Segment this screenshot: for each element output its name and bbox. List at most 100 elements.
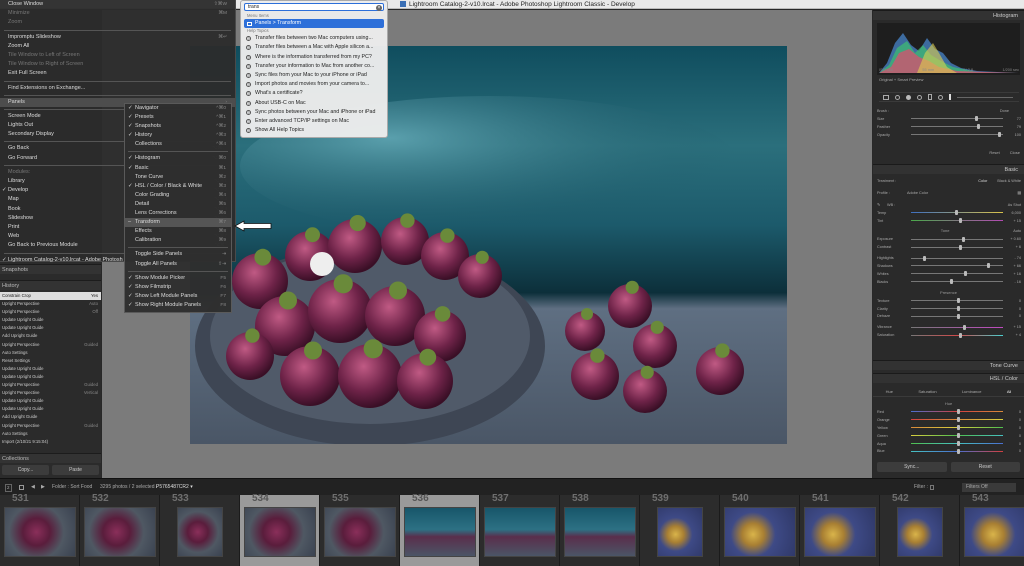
hue-slider-5[interactable]: Blue 0 [873,447,1024,455]
history-item[interactable]: Upright Perspective Guided [0,341,101,349]
submenu-item-6[interactable]: ✓ Histogram ⌘0 [125,154,231,163]
bw-treatment[interactable]: Black & White [997,179,1021,183]
help-search-input[interactable]: trans × [244,3,384,11]
history-item[interactable]: Upright Perspective Guided [0,381,101,389]
submenu-item-4[interactable]: Collections ^⌘4 [125,140,231,149]
thumbnail[interactable] [657,507,703,557]
thumbnail[interactable] [804,507,876,557]
help-topic-6[interactable]: ? What's a certificate? [241,89,387,98]
hue-slider-0[interactable]: Red 0 [873,408,1024,416]
submenu-item-10[interactable]: Color Grading ⌘4 [125,191,231,200]
filmstrip-cell[interactable]: 531 [0,493,80,566]
history-item[interactable]: Upright Perspective Auto [0,300,101,308]
hsl-header[interactable]: HSL / Color [873,373,1024,383]
contrast-slider[interactable]: Contrast + 6 [873,243,1024,251]
color-treatment[interactable]: Color [978,179,987,183]
blacks-slider[interactable]: Blacks - 16 [873,278,1024,286]
submenu-item-23[interactable]: ✓ Show Right Module Panels F8 [125,301,231,310]
dehaze-slider[interactable]: Dehaze 0 [873,312,1024,320]
history-item[interactable]: Upright Perspective Guided [0,422,101,430]
clarity-slider[interactable]: Clarity 0 [873,305,1024,313]
thumbnail[interactable] [177,507,223,557]
histogram-header[interactable]: Histogram [873,10,1024,20]
menu-item-10[interactable]: Find Extensions on Exchange... [0,84,235,93]
brush-icon[interactable] [949,94,951,100]
submenu-item-0[interactable]: ✓ Navigator ^⌘0 [125,104,231,113]
exposure-slider[interactable]: Exposure + 0.60 [873,235,1024,243]
help-topic-3[interactable]: ? Transfer your information to Mac from a… [241,62,387,71]
history-item[interactable]: Upright Perspective Vertical [0,389,101,397]
paste-button[interactable]: Paste [52,465,99,475]
slider-knob[interactable] [957,417,960,423]
help-topic-7[interactable]: ? About USB-C on Mac [241,99,387,108]
profile-browser-icon[interactable]: ▦ [1017,190,1021,195]
hue-slider-3[interactable]: Green 0 [873,432,1024,440]
history-item[interactable]: Upright Perspective Off [0,308,101,316]
history-item[interactable]: Update Upright Guide [0,405,101,413]
thumbnail[interactable] [724,507,796,557]
submenu-item-22[interactable]: ✓ Show Left Module Panels F7 [125,292,231,301]
reset-button[interactable]: Reset [950,462,1020,472]
gradient-icon[interactable] [928,94,932,100]
thumbnail[interactable] [324,507,396,557]
submenu-item-1[interactable]: ✓ Presets ^⌘1 [125,113,231,122]
slider-knob[interactable] [957,409,960,415]
filters-select[interactable]: Filters Off [962,483,1016,492]
temp-slider[interactable]: Temp 6,000 [873,209,1024,217]
highlights-slider[interactable]: Highlights - 74 [873,254,1024,262]
help-topic-2[interactable]: ? Where is the information transferred fr… [241,53,387,62]
grid-icon[interactable] [883,94,889,100]
menu-item-0[interactable]: Close Window ⇧⌘W [0,0,235,9]
submenu-item-9[interactable]: ✓ HSL / Color / Black & White ⌘3 [125,182,231,191]
thumbnail[interactable] [564,507,636,557]
radial-icon[interactable] [938,94,943,100]
clear-search-icon[interactable]: × [376,4,382,11]
opacity-slider[interactable]: Opacity 100 [873,131,1024,139]
crop-icon[interactable] [895,94,900,100]
thumbnail[interactable] [244,507,316,557]
copy-button[interactable]: Copy... [2,465,49,475]
submenu-item-21[interactable]: ✓ Show Filmstrip F6 [125,283,231,292]
menu-item-5[interactable]: Zoom All [0,42,235,51]
filmstrip-cell[interactable]: 538 [560,493,640,566]
panel-number[interactable]: 2 [5,484,12,492]
history-item[interactable]: Constrain Crop Yes [0,292,101,301]
feather-slider[interactable]: Feather 79 [873,123,1024,131]
help-topic-4[interactable]: ? Sync files from your Mac to your iPhone… [241,71,387,80]
submenu-item-11[interactable]: Detail ⌘5 [125,200,231,209]
hue-slider-4[interactable]: Aqua 0 [873,440,1024,448]
help-topic-9[interactable]: ? Enter advanced TCP/IP settings on Mac [241,117,387,126]
thumbnail[interactable] [484,507,556,557]
slider-knob[interactable] [957,441,960,446]
sync-button[interactable]: Sync... [877,462,947,472]
filter-lock-icon[interactable] [930,485,934,490]
help-topic-10[interactable]: ? Show All Help Topics [241,126,387,135]
history-item[interactable]: Add Upright Guide [0,413,101,421]
history-item[interactable]: Update Upright Guide [0,365,101,373]
vibrance-slider[interactable]: Vibrance + 15 [873,323,1024,331]
close-brush-button[interactable]: Close [1010,150,1020,155]
help-topic-8[interactable]: ? Sync photos between your Mac and iPhone… [241,108,387,117]
basic-header[interactable]: Basic [873,164,1024,174]
wb-select[interactable]: As Shot [1008,203,1021,207]
filmstrip-cell[interactable]: 541 [800,493,880,566]
submenu-item-18[interactable]: Toggle All Panels ⇧⇥ [125,260,231,269]
thumbnail[interactable] [84,507,156,557]
history-item[interactable]: Update Upright Guide [0,316,101,324]
tone-curve-header[interactable]: Tone Curve [873,360,1024,370]
tab-luminance[interactable]: Luminance [962,387,982,396]
submenu-item-2[interactable]: ✓ Snapshots ^⌘2 [125,122,231,131]
filmstrip-cell[interactable]: 532 [80,493,160,566]
grid-view-icon[interactable] [19,485,24,490]
filmstrip-cell[interactable]: 535 [320,493,400,566]
history-item[interactable]: Auto Settings [0,349,101,357]
filmstrip-cell[interactable]: 540 [720,493,800,566]
history-item[interactable]: Update Upright Guide [0,324,101,332]
history-item[interactable]: Add Upright Guide [0,332,101,340]
slider-knob[interactable] [957,433,960,439]
auto-button[interactable]: Auto [1013,229,1021,233]
history-item[interactable]: Reset Settings [0,357,101,365]
tab-all[interactable]: All [1007,387,1011,396]
submenu-item-15[interactable]: Calibration ⌘9 [125,236,231,245]
forward-arrow-icon[interactable]: ▶ [41,479,45,496]
